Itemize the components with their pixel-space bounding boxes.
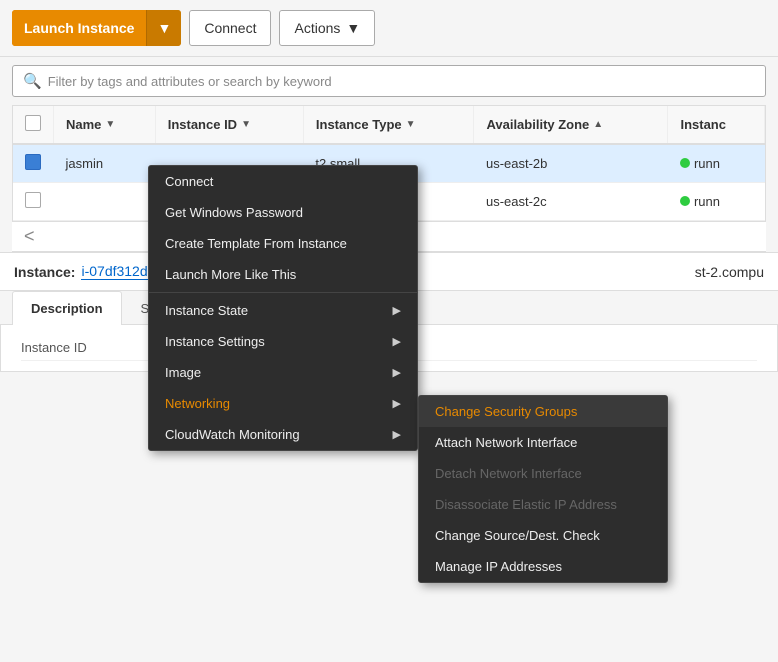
- row-checkbox[interactable]: [25, 192, 41, 208]
- submenu-arrow-icon: ▶: [393, 304, 401, 317]
- sm-change-security-groups[interactable]: Change Security Groups: [419, 396, 667, 427]
- cm-cloudwatch[interactable]: CloudWatch Monitoring ▶: [149, 419, 417, 450]
- row-checkbox-cell[interactable]: [13, 183, 54, 221]
- context-menu: Connect Get Windows Password Create Temp…: [148, 165, 418, 451]
- cm-create-template[interactable]: Create Template From Instance: [149, 228, 417, 259]
- sm-disassociate-elastic-ip: Disassociate Elastic IP Address: [419, 489, 667, 520]
- col-availability-zone[interactable]: Availability Zone ▲: [474, 106, 668, 144]
- sm-attach-network-interface[interactable]: Attach Network Interface: [419, 427, 667, 458]
- tab-description[interactable]: Description: [12, 291, 122, 325]
- col-az-label: Availability Zone: [486, 117, 589, 132]
- cm-launch-more[interactable]: Launch More Like This: [149, 259, 417, 290]
- instance-bar-hostname: st-2.compu: [695, 264, 764, 280]
- col-instance-id[interactable]: Instance ID ▼: [155, 106, 303, 144]
- row-state: runn: [668, 144, 765, 183]
- col-state-label: Instanc: [680, 117, 726, 132]
- submenu-arrow-icon: ▶: [393, 335, 401, 348]
- cm-connect[interactable]: Connect: [149, 166, 417, 197]
- cm-divider: [149, 292, 417, 293]
- select-all-checkbox[interactable]: [13, 106, 54, 144]
- row-checkbox-cell[interactable]: [13, 144, 54, 183]
- row-checkbox-selected[interactable]: [25, 154, 41, 170]
- sm-change-source-dest-check[interactable]: Change Source/Dest. Check: [419, 520, 667, 551]
- col-name[interactable]: Name ▼: [54, 106, 156, 144]
- row-state: runn: [668, 183, 765, 221]
- launch-instance-label: Launch Instance: [12, 10, 146, 46]
- table-header-row: Name ▼ Instance ID ▼ Instance Type ▼: [13, 106, 765, 144]
- sm-manage-ip-addresses[interactable]: Manage IP Addresses: [419, 551, 667, 582]
- cm-instance-settings[interactable]: Instance Settings ▶: [149, 326, 417, 357]
- col-instance-id-label: Instance ID: [168, 117, 237, 132]
- sm-detach-network-interface: Detach Network Interface: [419, 458, 667, 489]
- toolbar: Launch Instance ▼ Connect Actions ▼: [0, 0, 778, 57]
- az-sort-icon: ▲: [593, 119, 603, 130]
- cm-get-windows-password[interactable]: Get Windows Password: [149, 197, 417, 228]
- row-name: jasmin: [54, 144, 156, 183]
- cm-instance-state[interactable]: Instance State ▶: [149, 295, 417, 326]
- actions-label: Actions: [294, 20, 340, 36]
- instance-id-sort-icon: ▼: [241, 119, 251, 130]
- header-checkbox[interactable]: [25, 115, 41, 131]
- submenu-arrow-icon: ▶: [393, 366, 401, 379]
- name-sort-icon: ▼: [105, 119, 115, 130]
- search-icon: 🔍: [23, 72, 42, 90]
- submenu-arrow-icon: ▶: [393, 397, 401, 410]
- col-instance-state[interactable]: Instanc: [668, 106, 765, 144]
- row-name: [54, 183, 156, 221]
- status-dot-icon: [680, 158, 690, 168]
- status-dot-icon: [680, 196, 690, 206]
- instance-type-sort-icon: ▼: [406, 119, 416, 130]
- launch-instance-button[interactable]: Launch Instance ▼: [12, 10, 181, 46]
- cm-image[interactable]: Image ▶: [149, 357, 417, 388]
- actions-chevron-icon: ▼: [346, 20, 360, 36]
- instance-id-key: Instance ID: [21, 340, 161, 355]
- cm-networking[interactable]: Networking ▶: [149, 388, 417, 419]
- col-instance-type[interactable]: Instance Type ▼: [303, 106, 474, 144]
- row-az: us-east-2b: [474, 144, 668, 183]
- networking-submenu: Change Security Groups Attach Network In…: [418, 395, 668, 583]
- submenu-arrow-icon: ▶: [393, 428, 401, 441]
- instance-bar-label: Instance:: [14, 264, 75, 280]
- launch-instance-dropdown[interactable]: ▼: [146, 10, 181, 46]
- connect-button[interactable]: Connect: [189, 10, 271, 46]
- actions-button[interactable]: Actions ▼: [279, 10, 375, 46]
- search-bar: 🔍 Filter by tags and attributes or searc…: [12, 65, 766, 97]
- row-az: us-east-2c: [474, 183, 668, 221]
- search-input[interactable]: Filter by tags and attributes or search …: [48, 74, 332, 89]
- col-instance-type-label: Instance Type: [316, 117, 402, 132]
